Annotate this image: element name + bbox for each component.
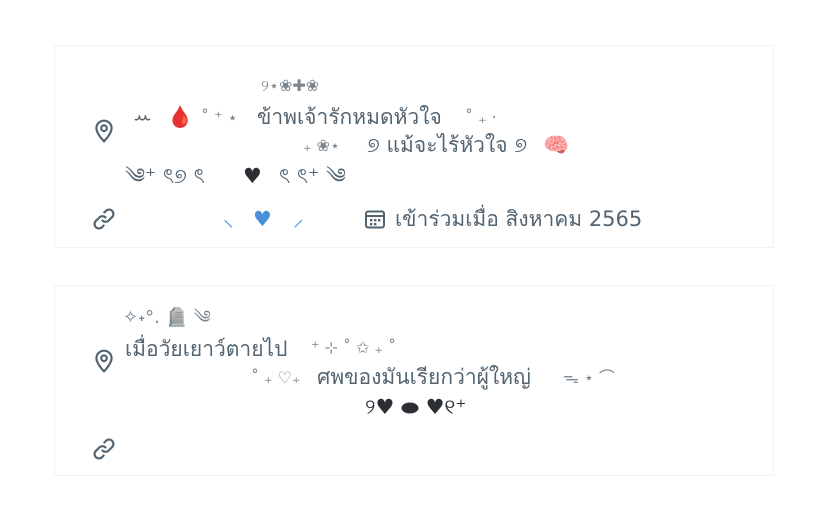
location-decoration-top: ✧˖°. 🪦 ༄	[123, 307, 211, 328]
website-wing-right[interactable]: ⸝	[293, 206, 304, 232]
location-line1-prefix: ꕀ	[133, 105, 153, 129]
profile-header-items-a: ୨⋆❀✚❀ ꕀ 🩸 ˚ ⁺ ⋆ ข้าพเจ้ารักหมดหัวใจ ˚ ₊ …	[54, 45, 774, 248]
location-line2-prefix: ₊ ❀⋆	[303, 136, 340, 155]
location-line3-deco: ୨♥ ⬬ ♥୧⁺	[365, 395, 467, 419]
location-line3-left: ༄⁺ ৎ୭ ৎ	[125, 164, 205, 188]
link-icon	[91, 206, 117, 232]
map-pin-icon	[91, 348, 117, 374]
location-line2-suffix: ᯓ ⋆ ⌒	[563, 368, 615, 387]
location-line1-suffix: ⁺ ⊹ ˚ ✩ ₊ ˚	[311, 338, 397, 357]
location-line1-text: ข้าพเจ้ารักหมดหัวใจ	[257, 105, 442, 129]
website-heart-link[interactable]: ♥	[253, 206, 272, 232]
location-line2-prefix: ˚ ₊ ♡₊	[251, 368, 301, 387]
location-line2-text: ୭ แม้จะไร้หัวใจ ୭	[367, 133, 528, 157]
location-line1-suffix: ˚ ₊ ‧	[465, 108, 497, 127]
join-date: เข้าร่วมเมื่อ สิงหาคม 2565	[363, 205, 642, 233]
location-line1-text: เมื่อวัยเยาว์ตายไป	[125, 337, 288, 361]
website-wing-left[interactable]: ⸜	[223, 206, 234, 232]
location-decoration-top: ୨⋆❀✚❀	[261, 76, 320, 95]
join-date-text: เข้าร่วมเมื่อ สิงหาคม 2565	[395, 206, 643, 231]
location-line2-text: ศพของมันเรียกว่าผู้ใหญ่	[317, 365, 531, 389]
location-line3-right: ৎ ৎ⁺ ༄	[279, 164, 346, 188]
map-pin-icon	[91, 118, 117, 144]
heart-icon: ♥	[243, 164, 262, 188]
brain-emoji: 🧠	[543, 133, 570, 157]
location-line1-mid-deco: ˚ ⁺ ⋆	[201, 108, 238, 127]
calendar-icon	[365, 210, 385, 229]
profile-header-items-b: ✧˖°. 🪦 ༄ เมื่อวัยเยาว์ตายไป ⁺ ⊹ ˚ ✩ ₊ ˚ …	[54, 285, 774, 476]
blood-drop-emoji: 🩸	[167, 105, 194, 129]
link-icon	[91, 436, 117, 462]
